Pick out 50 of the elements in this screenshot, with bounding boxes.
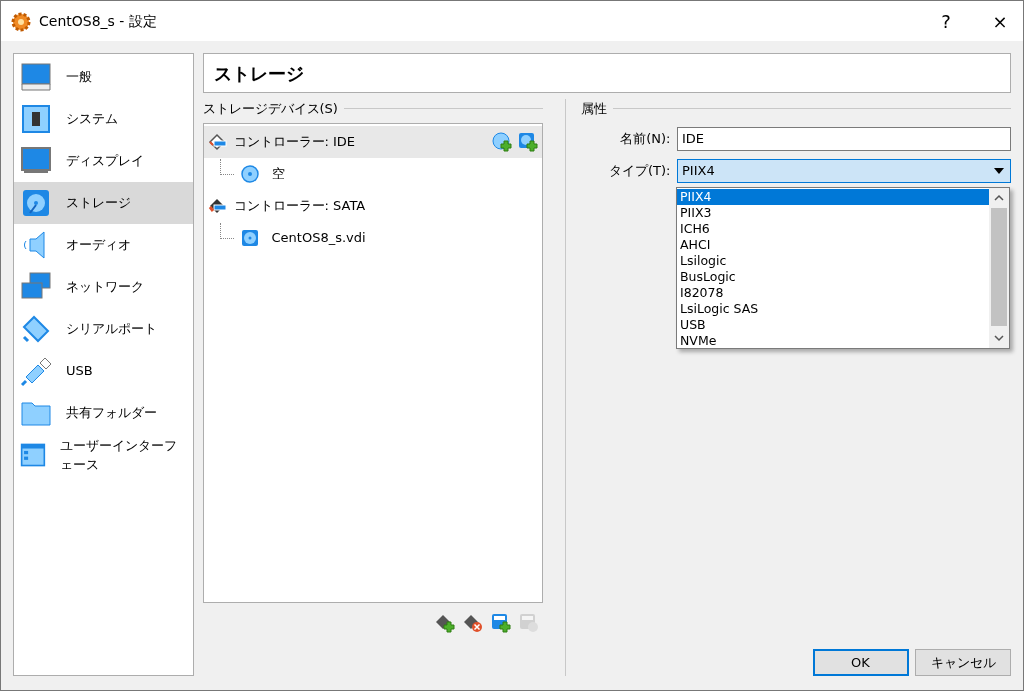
tree-item[interactable]: CentOS8_s.vdi xyxy=(203,221,542,254)
sidebar-item[interactable]: ネットワーク xyxy=(14,266,193,308)
field-label: タイプ(T): xyxy=(608,161,671,180)
add-optical-drive-icon[interactable] xyxy=(491,131,512,152)
add-disk-button[interactable] xyxy=(490,612,511,633)
scrollbar[interactable] xyxy=(989,188,1009,348)
controller-icon xyxy=(207,131,228,152)
name-field[interactable]: IDE xyxy=(677,126,1011,151)
sidebar-item[interactable]: 共有フォルダー xyxy=(14,392,193,434)
sidebar-item[interactable]: オーディオ xyxy=(14,224,193,266)
dropdown-arrow-icon xyxy=(994,167,1004,174)
tree-item[interactable]: 空 xyxy=(203,157,542,190)
sidebar-item[interactable]: シリアルポート xyxy=(14,308,193,350)
dialog-button[interactable]: OK xyxy=(812,649,909,676)
sidebar-item[interactable]: 一般 xyxy=(14,56,193,98)
dropdown-option[interactable]: Lsilogic xyxy=(677,253,989,269)
page-title: ストレージ xyxy=(202,53,1011,93)
dropdown-option[interactable]: LsiLogic SAS xyxy=(677,301,989,317)
dropdown-option[interactable]: AHCI xyxy=(677,237,989,253)
field-label: 名前(N): xyxy=(619,129,671,148)
serial-port-icon xyxy=(20,313,52,345)
dropdown-option[interactable]: PIIX3 xyxy=(677,205,989,221)
sidebar-item[interactable]: ディスプレイ xyxy=(14,140,193,182)
group-label: 属性 xyxy=(580,100,607,118)
dropdown-option[interactable]: USB xyxy=(677,317,989,333)
usb-plug-icon xyxy=(20,355,52,387)
optical-disc-icon xyxy=(239,163,260,184)
close-button[interactable]: × xyxy=(977,1,1023,41)
chip-icon xyxy=(20,103,52,135)
type-dropdown[interactable]: PIIX4 xyxy=(677,158,1011,183)
sidebar-item[interactable]: USB xyxy=(14,350,193,392)
dropdown-option[interactable]: ICH6 xyxy=(677,221,989,237)
sidebar-item[interactable]: ユーザーインターフェース xyxy=(14,434,193,476)
remove-controller-button[interactable] xyxy=(462,612,483,633)
dropdown-option[interactable]: NVMe xyxy=(677,333,989,349)
group-label: ストレージデバイス(S) xyxy=(202,100,338,118)
dropdown-option[interactable]: BusLogic xyxy=(677,269,989,285)
dropdown-option[interactable]: PIIX4 xyxy=(677,189,989,205)
monitor-icon xyxy=(20,61,52,93)
tree-item[interactable]: コントローラー: IDE xyxy=(203,125,542,158)
help-button[interactable]: ? xyxy=(923,1,969,41)
add-hard-disk-icon[interactable] xyxy=(517,131,538,152)
dropdown-option[interactable]: I82078 xyxy=(677,285,989,301)
add-controller-button[interactable] xyxy=(434,612,455,633)
sidebar-item[interactable]: ストレージ xyxy=(14,182,193,224)
dialog-button[interactable]: キャンセル xyxy=(915,649,1011,676)
gear-icon xyxy=(11,11,31,32)
tree-item[interactable]: コントローラー: SATA xyxy=(203,189,542,222)
sidebar-item[interactable]: システム xyxy=(14,98,193,140)
window-title: CentOS8_s - 設定 xyxy=(39,11,157,31)
